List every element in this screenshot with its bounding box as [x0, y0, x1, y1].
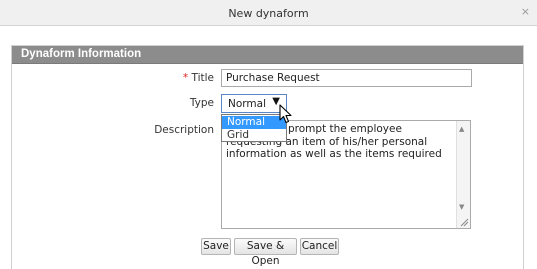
type-select-value: Normal	[228, 98, 266, 110]
dialog-title: New dynaform	[228, 7, 309, 20]
scroll-down-icon[interactable]: ▼	[459, 201, 464, 214]
mouse-pointer-icon	[279, 104, 292, 124]
required-mark: *	[182, 72, 189, 84]
dialog-titlebar: New dynaform ×	[0, 0, 537, 26]
type-label: Type	[189, 97, 214, 109]
save-button[interactable]: Save	[201, 238, 231, 255]
type-option-normal[interactable]: Normal	[222, 116, 286, 129]
resize-grip-icon[interactable]	[459, 217, 469, 227]
panel-header-title: Dynaform Information	[21, 48, 142, 60]
scroll-up-icon[interactable]: ▲	[459, 123, 464, 136]
description-scrollbar[interactable]: ▲ ▼	[456, 121, 470, 228]
panel-header: Dynaform Information	[12, 46, 523, 64]
title-label-text: Title	[191, 72, 214, 84]
title-input[interactable]	[221, 69, 472, 87]
type-dropdown-list: Normal Grid	[221, 114, 287, 142]
save-open-button[interactable]: Save & Open	[234, 238, 297, 267]
close-icon[interactable]: ×	[521, 6, 530, 18]
type-select[interactable]: Normal ▼	[221, 94, 287, 113]
title-label: * Title	[150, 72, 214, 84]
description-label: Description	[154, 124, 214, 136]
cancel-button[interactable]: Cancel	[300, 238, 339, 255]
type-option-grid[interactable]: Grid	[222, 129, 286, 142]
